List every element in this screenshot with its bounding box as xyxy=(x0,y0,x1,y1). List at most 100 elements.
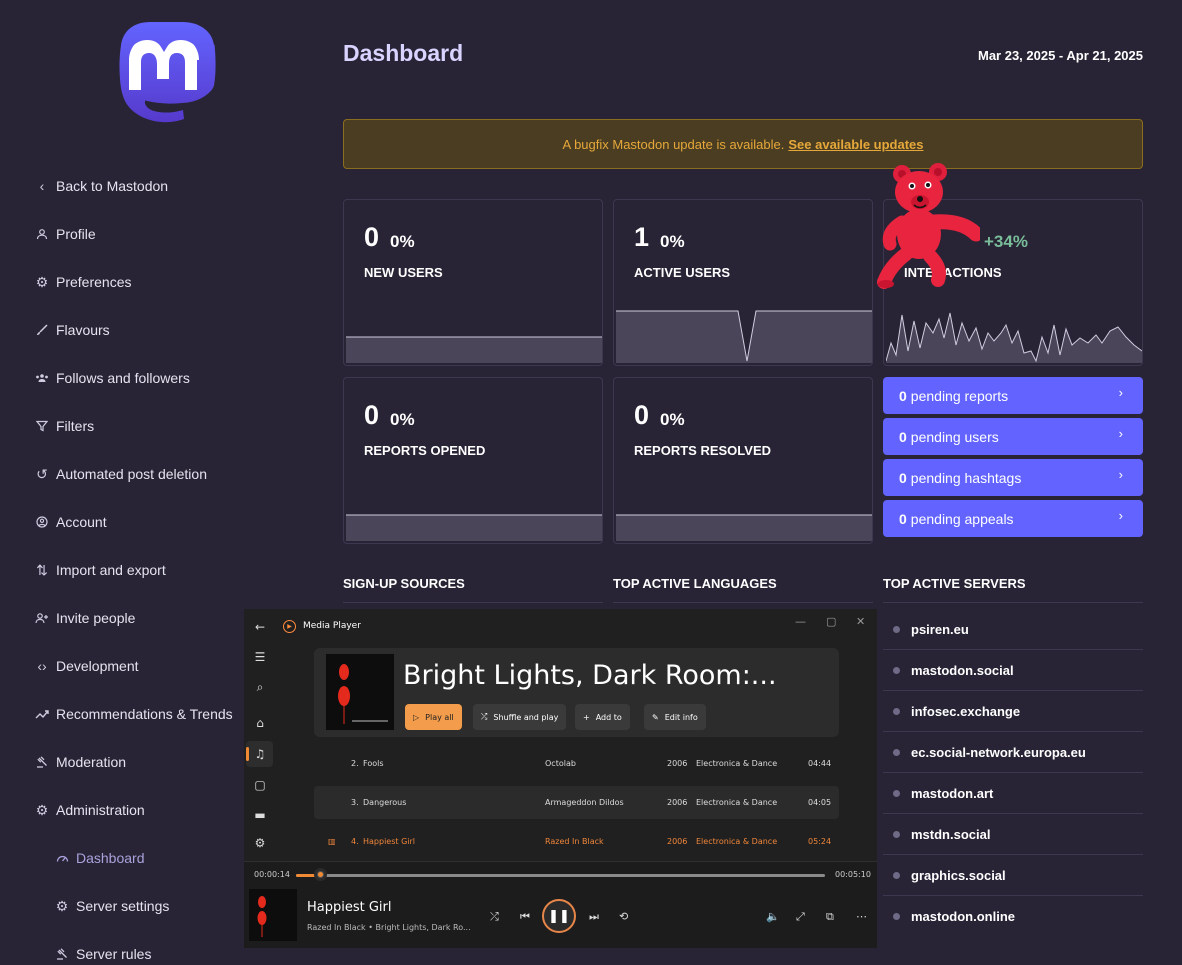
fullscreen-icon[interactable]: ⤢ xyxy=(796,910,805,924)
section-top-languages: TOP ACTIVE LANGUAGES xyxy=(613,576,873,603)
person-icon xyxy=(34,226,50,242)
update-notice-text: A bugfix Mastodon update is available. xyxy=(562,136,785,152)
bullet-dot-icon xyxy=(893,748,900,756)
account-circle-icon xyxy=(34,514,50,530)
media-player-window: ← ☰ ⌕ ⌂ ♫ ▢ ▬ ⚙ ▶ Media Player — ▢ ✕ Bri… xyxy=(244,609,877,948)
back-arrow-icon[interactable]: ← xyxy=(252,619,268,635)
next-track-icon[interactable]: ⏭ xyxy=(589,910,599,924)
bullet-dot-icon xyxy=(893,913,900,920)
repeat-icon[interactable]: ⟲ xyxy=(619,910,628,923)
home-icon[interactable]: ⌂ xyxy=(252,715,268,731)
music-library-icon[interactable]: ♫ xyxy=(252,746,268,762)
play-pause-button[interactable]: ❚❚ xyxy=(542,899,576,933)
sidebar-item-administration[interactable]: ⚙ Administration xyxy=(34,786,249,834)
sidebar-item-automated-post-deletion[interactable]: ↺ Automated post deletion xyxy=(34,450,249,498)
server-name: infosec.exchange xyxy=(911,703,1021,719)
list-item: mstdn.social xyxy=(883,814,1143,855)
pending-appeals-button[interactable]: 0 pending appeals › xyxy=(883,500,1143,537)
list-item: ec.social-network.europa.eu xyxy=(883,732,1143,773)
pending-reports-button[interactable]: 0 pending reports › xyxy=(883,377,1143,414)
pending-label: pending hashtags xyxy=(910,469,1022,486)
stat-percent: 0% xyxy=(660,410,685,429)
sparkline xyxy=(616,514,872,541)
server-name: graphics.social xyxy=(911,867,1006,883)
volume-icon[interactable]: 🔈 xyxy=(766,910,780,923)
track-artist: Armageddon Dildos xyxy=(545,798,624,807)
pending-users-button[interactable]: 0 pending users › xyxy=(883,418,1143,455)
filter-icon xyxy=(34,418,50,434)
track-year: 2006 xyxy=(667,759,688,768)
track-number: 3. xyxy=(351,798,359,807)
maximize-icon[interactable]: ▢ xyxy=(826,615,836,628)
mini-player-icon[interactable]: ⧉ xyxy=(826,910,834,924)
stat-card-active-users: 1 0% ACTIVE USERS xyxy=(613,199,873,366)
track-number: 4. xyxy=(351,837,359,846)
play-all-button[interactable]: ▷ Play all xyxy=(405,704,462,730)
list-item: mastodon.art xyxy=(883,773,1143,814)
bullet-dot-icon xyxy=(893,666,900,674)
more-options-icon[interactable]: ⋯ xyxy=(856,910,867,923)
stat-percent: 0% xyxy=(390,232,415,251)
sidebar-item-label: Dashboard xyxy=(76,850,145,866)
album-art xyxy=(326,654,394,730)
add-to-button[interactable]: + Add to xyxy=(575,704,630,730)
minimize-icon[interactable]: — xyxy=(795,615,806,628)
track-artist: Octolab xyxy=(545,759,576,768)
sidebar-item-server-rules[interactable]: Server rules xyxy=(34,930,249,965)
sidebar-item-profile[interactable]: Profile xyxy=(34,210,249,258)
track-row[interactable]: 3. Dangerous Armageddon Dildos 2006 Elec… xyxy=(314,786,839,819)
page-title: Dashboard xyxy=(343,40,464,66)
sidebar-item-account[interactable]: Account xyxy=(34,498,249,546)
shuffle-icon[interactable]: ⤮ xyxy=(490,910,499,924)
video-library-icon[interactable]: ▢ xyxy=(252,777,268,793)
seek-handle[interactable] xyxy=(313,868,327,881)
track-row[interactable]: 2. Fools Octolab 2006 Electronica & Danc… xyxy=(314,747,839,780)
sidebar-item-import-export[interactable]: ⇅ Import and export xyxy=(34,546,249,594)
sidebar-item-label: Moderation xyxy=(56,754,127,770)
sidebar-item-label: Automated post deletion xyxy=(56,466,207,482)
sidebar-item-back-to-mastodon[interactable]: ‹ Back to Mastodon xyxy=(34,162,249,210)
sidebar-item-flavours[interactable]: Flavours xyxy=(34,306,249,354)
sidebar-item-recommendations[interactable]: Recommendations & Trends xyxy=(34,690,249,738)
pending-hashtags-button[interactable]: 0 pending hashtags › xyxy=(883,459,1143,496)
hamburger-menu-icon[interactable]: ☰ xyxy=(252,649,268,665)
shuffle-label: Shuffle and play xyxy=(493,712,559,722)
pending-label: pending appeals xyxy=(910,510,1014,527)
previous-track-icon[interactable]: ⏮ xyxy=(520,910,530,924)
sidebar-item-moderation[interactable]: Moderation xyxy=(34,738,249,786)
sidebar-item-server-settings[interactable]: ⚙ Server settings xyxy=(34,882,249,930)
mastodon-logo xyxy=(119,22,216,123)
stat-value: 0 xyxy=(634,400,650,430)
track-length: 05:24 xyxy=(808,837,832,846)
sidebar-nav: ‹ Back to Mastodon Profile ⚙ Preferences F… xyxy=(34,162,249,965)
see-updates-link[interactable]: See available updates xyxy=(788,137,923,152)
track-row-playing[interactable]: ▥ 4. Happiest Girl Razed In Black 2006 E… xyxy=(314,825,839,858)
pencil-icon: ✎ xyxy=(652,712,659,722)
search-icon[interactable]: ⌕ xyxy=(252,679,268,695)
now-playing-icon: ▥ xyxy=(328,837,336,846)
code-icon: ‹› xyxy=(37,658,47,674)
playback-bar: 00:00:14 00:05:10 Happiest Girl Razed In… xyxy=(244,861,877,948)
edit-info-button[interactable]: ✎ Edit info xyxy=(644,704,706,730)
list-item: infosec.exchange xyxy=(883,691,1143,732)
shuffle-and-play-button[interactable]: ⤮ Shuffle and play xyxy=(473,704,567,730)
now-playing-art xyxy=(249,889,297,941)
chevron-right-icon: › xyxy=(1118,426,1123,441)
sidebar-item-dashboard[interactable]: Dashboard xyxy=(34,834,249,882)
sidebar-item-filters[interactable]: Filters xyxy=(34,402,249,450)
sidebar-item-follows[interactable]: Follows and followers xyxy=(34,354,249,402)
bullet-dot-icon xyxy=(893,625,900,633)
sidebar-item-label: Server settings xyxy=(76,898,170,914)
sidebar-item-development[interactable]: ‹› Development xyxy=(34,642,249,690)
playlist-icon[interactable]: ▬ xyxy=(252,807,268,823)
seek-bar[interactable] xyxy=(296,874,825,877)
close-icon[interactable]: ✕ xyxy=(856,615,865,628)
date-range[interactable]: Mar 23, 2025 - Apr 21, 2025 xyxy=(978,48,1143,63)
server-name: mastodon.art xyxy=(911,785,994,801)
bullet-dot-icon xyxy=(893,707,900,715)
settings-gear-icon[interactable]: ⚙ xyxy=(252,835,268,851)
sidebar-item-invite-people[interactable]: Invite people xyxy=(34,594,249,642)
album-header: Bright Lights, Dark Room:... ▷ Play all ⤮… xyxy=(314,648,839,737)
person-add-icon xyxy=(34,610,50,626)
sidebar-item-preferences[interactable]: ⚙ Preferences xyxy=(34,258,249,306)
